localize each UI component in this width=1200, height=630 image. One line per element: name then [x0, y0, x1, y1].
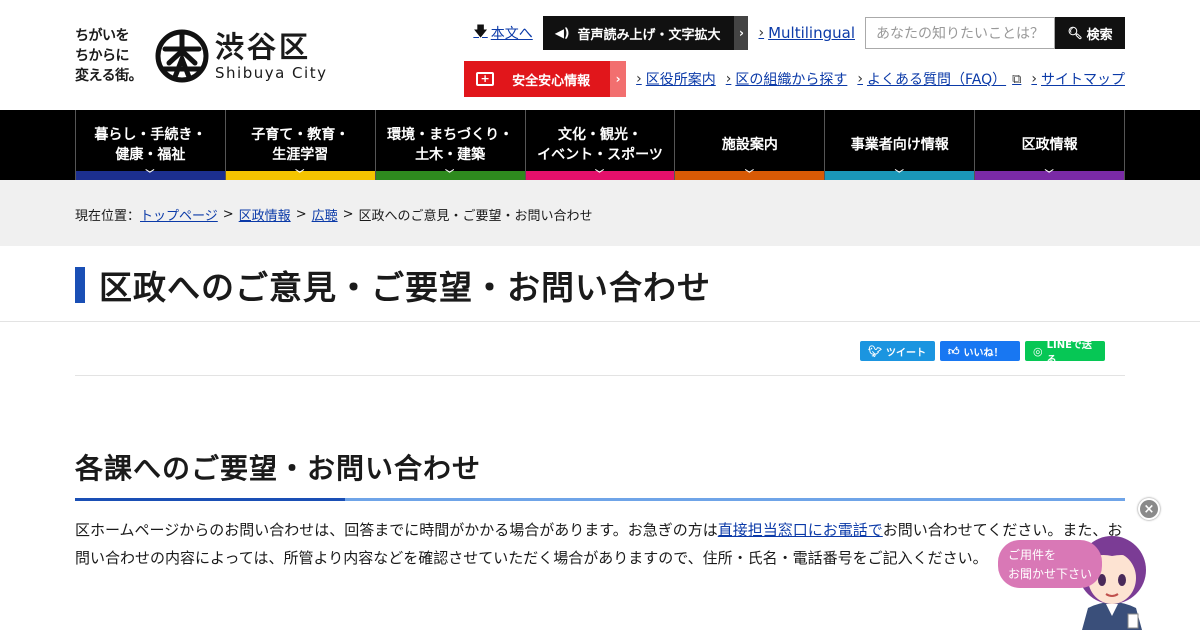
site-header: ちがいを ちからに 変える街。 渋谷区 Shibuya City 🡇 本文へ ◀… [0, 0, 1200, 110]
chevron-right-icon: › [758, 25, 765, 41]
speaker-icon: ◀) [554, 26, 570, 40]
header-utility-row: 🡇 本文へ ◀) 音声読み上げ・文字拡大 › › Multilingual あな… [473, 16, 1125, 50]
breadcrumb: 現在位置： トップページ > 区政情報 > 広聴 > 区政へのご意見・ご要望・お… [75, 205, 593, 224]
breadcrumb-link-top[interactable]: トップページ [140, 205, 218, 224]
chevron-down-icon: ﹀ [894, 170, 904, 180]
chevron-right-icon: › [725, 71, 732, 87]
voice-reading-button[interactable]: ◀) 音声読み上げ・文字拡大 › [542, 16, 749, 50]
search-input[interactable]: あなたの知りたいことは？ [865, 17, 1055, 49]
breadcrumb-link-government[interactable]: 区政情報 [239, 205, 291, 224]
title-accent-bar [75, 267, 85, 303]
gnav-item-environment[interactable]: 環境・まちづくり・ 土木・建築 ﹀ [374, 110, 525, 180]
chevron-down-icon: ﹀ [445, 170, 455, 180]
section-body-text: 区ホームページからのお問い合わせは、回答までに時間がかかる場合があります。お急ぎ… [75, 521, 1123, 567]
multilingual-link[interactable]: › Multilingual [758, 24, 855, 42]
gnav-item-living[interactable]: 暮らし・手続き・ 健康・福祉 ﹀ [75, 110, 225, 180]
gnav-item-childcare[interactable]: 子育て・教育・ 生涯学習 ﹀ [224, 110, 375, 180]
chevron-down-icon: ﹀ [1044, 170, 1054, 180]
search-icon: 🔍︎ [1067, 26, 1083, 40]
divider [0, 321, 1200, 322]
link-faq[interactable]: › よくある質問（FAQ） ⧉ [857, 69, 1021, 89]
gnav-item-business[interactable]: 事業者向け情報 ﹀ [824, 110, 975, 180]
chevron-down-icon: ﹀ [295, 170, 305, 180]
gnav-item-facilities[interactable]: 施設案内 ﹀ [674, 110, 825, 180]
shibuya-emblem-icon [155, 29, 209, 83]
chat-bubble[interactable]: ご用件を お聞かせ下さい [998, 540, 1102, 588]
arrow-down-icon: 🡇 [473, 24, 488, 40]
breadcrumb-link-public-hearing[interactable]: 広聴 [312, 205, 338, 224]
line-share-button[interactable]: ◎ LINEで送る [1025, 340, 1105, 366]
tweet-button[interactable]: 🐦︎ ツイート [860, 341, 935, 361]
chevron-right-icon: › [636, 71, 642, 87]
section-underline-accent [75, 498, 345, 501]
chevron-right-icon: › [1031, 71, 1037, 87]
external-link-icon: ⧉ [1012, 71, 1022, 87]
thumbs-up-icon: 👍︎ [948, 344, 960, 358]
facebook-like-button[interactable]: 👍︎ いいね！ [940, 341, 1020, 361]
global-nav: 暮らし・手続き・ 健康・福祉 ﹀ 子育て・教育・ 生涯学習 ﹀ 環境・まちづくり・ … [75, 110, 1126, 180]
breadcrumb-current: 区政へのご意見・ご要望・お問い合わせ [358, 209, 593, 224]
chevron-down-icon: ﹀ [595, 170, 605, 180]
chat-close-button[interactable]: × [1138, 498, 1160, 520]
gnav-item-culture[interactable]: 文化・観光・ イベント・スポーツ ﹀ [524, 110, 675, 180]
link-office-guide[interactable]: › 区役所案内 [636, 69, 716, 89]
link-sitemap[interactable]: › サイトマップ [1031, 69, 1125, 89]
search-button[interactable]: 🔍︎ 検索 [1055, 17, 1125, 49]
section-title: 各課へのご要望・お問い合わせ [75, 452, 482, 485]
city-name-en: Shibuya City [215, 64, 328, 82]
divider [75, 375, 1125, 376]
logo-tagline: ちがいを ちからに 変える街。 [75, 28, 143, 84]
site-logo[interactable]: ちがいを ちからに 変える街。 渋谷区 Shibuya City [75, 26, 327, 86]
city-name-jp: 渋谷区 [215, 30, 312, 64]
chevron-right-icon: › [610, 61, 627, 97]
page-title: 区政へのご意見・ご要望・お問い合わせ [99, 268, 711, 307]
chevron-right-icon: › [857, 71, 863, 87]
chevron-down-icon: ﹀ [145, 170, 155, 180]
social-buttons: 🐦︎ ツイート 👍︎ いいね！ ◎ LINEで送る [855, 340, 1105, 366]
page-title-wrap: 区政へのご意見・ご要望・お問い合わせ [75, 265, 711, 307]
phone-contact-link[interactable]: 直接担当窓口にお電話で [718, 521, 883, 539]
chevron-down-icon: ﹀ [744, 170, 754, 180]
skip-to-content-link[interactable]: 🡇 本文へ [473, 21, 532, 45]
first-aid-kit-icon: + [476, 72, 495, 86]
section-underline [75, 498, 1125, 501]
link-organization[interactable]: › 区の組織から探す [726, 69, 848, 89]
twitter-bird-icon: 🐦︎ [868, 344, 882, 358]
line-logo-icon: ◎ [1033, 344, 1043, 358]
gnav-item-government[interactable]: 区政情報 ﹀ [974, 110, 1126, 180]
city-name: 渋谷区 Shibuya City [215, 30, 327, 82]
chevron-right-icon: › [734, 16, 749, 50]
safety-info-button[interactable]: + 安全安心情報 › [464, 61, 627, 97]
header-links-row: + 安全安心情報 › › 区役所案内 › 区の組織から探す › よくある質問（FAQ）… [464, 61, 1125, 97]
